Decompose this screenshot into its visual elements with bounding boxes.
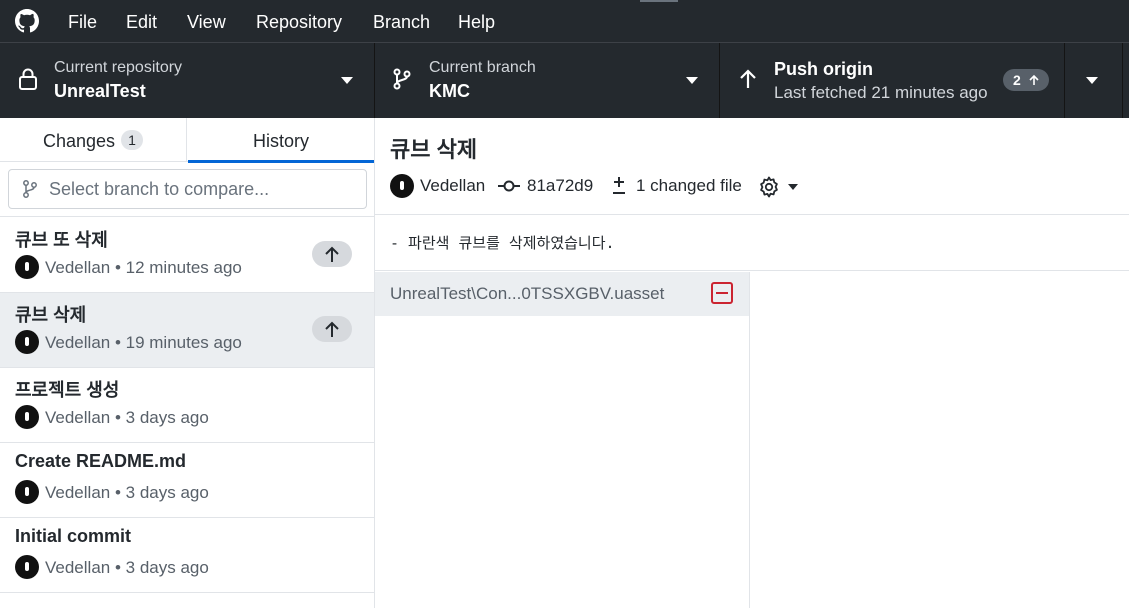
menu-branch[interactable]: Branch <box>373 0 430 43</box>
commit-summary: 큐브 또 삭제 <box>15 230 108 250</box>
tab-changes[interactable]: Changes 1 <box>0 118 187 162</box>
chevron-down-icon <box>341 77 353 84</box>
tab-changes-label: Changes <box>42 131 116 151</box>
commit-time: 3 days ago <box>125 408 209 427</box>
commit-summary-header: 큐브 삭제 Vedellan 81a72d9 1 changed file <box>375 118 1129 215</box>
commit-meta: Vedellan • 19 minutes ago <box>45 333 242 352</box>
changes-count-badge: 1 <box>121 130 144 150</box>
unpushed-indicator <box>312 241 352 267</box>
commit-author: Vedellan <box>45 408 111 427</box>
file-deleted-icon <box>711 282 733 304</box>
branch-selector[interactable]: Current branch KMC <box>375 43 720 118</box>
last-fetched-text: Last fetched 21 minutes ago <box>774 83 988 102</box>
chevron-down-icon <box>788 184 798 190</box>
compare-branch-box[interactable] <box>8 169 367 209</box>
toolbar: Current repository UnrealTest Current br… <box>0 43 1129 118</box>
sidebar: Changes1 History 큐브 또 삭제 Vedellan • 12 m… <box>0 118 375 608</box>
menu-file[interactable]: File <box>68 0 97 43</box>
commit-meta: Vedellan • 12 minutes ago <box>45 258 242 277</box>
commit-item[interactable]: 프로젝트 생성 Vedellan • 3 days ago <box>0 368 374 443</box>
git-branch-icon <box>23 180 37 198</box>
commit-sha[interactable]: 81a72d9 <box>527 176 593 196</box>
commit-summary: Initial commit <box>15 526 132 546</box>
commit-author: Vedellan <box>45 333 111 352</box>
commit-time: 3 days ago <box>125 483 209 502</box>
file-item[interactable]: UnrealTest\Con...0TSSXGBV.uasset <box>375 272 749 316</box>
github-logo-icon <box>15 9 39 33</box>
commit-author: Vedellan <box>420 176 486 195</box>
commit-time: 19 minutes ago <box>125 333 242 352</box>
menu-help[interactable]: Help <box>458 0 495 43</box>
commit-time: 12 minutes ago <box>125 258 242 277</box>
commit-summary: Create README.md <box>15 451 187 471</box>
menu-edit[interactable]: Edit <box>126 0 157 43</box>
commit-meta: Vedellan • 3 days ago <box>45 483 209 502</box>
sidebar-tabs: Changes 1 History <box>0 118 374 163</box>
tab-history-label: History <box>252 131 309 151</box>
avatar <box>390 174 414 198</box>
menu-view[interactable]: View <box>187 0 226 43</box>
changed-files-count: 1 changed file <box>636 176 742 195</box>
commit-description-text: - 파란색 큐브를 삭제하였습니다. <box>390 234 615 252</box>
avatar <box>15 405 39 429</box>
arrow-up-icon <box>325 246 339 262</box>
repository-selector[interactable]: Current repository UnrealTest <box>0 43 375 118</box>
tab-history[interactable]: History <box>188 118 374 163</box>
chevron-down-icon <box>686 77 698 84</box>
lock-icon <box>19 68 37 90</box>
commit-item[interactable]: 큐브 또 삭제 Vedellan • 12 minutes ago <box>0 218 374 293</box>
branch-name: KMC <box>429 81 470 101</box>
unpushed-indicator <box>312 316 352 342</box>
commit-details: 큐브 삭제 Vedellan 81a72d9 1 changed file - … <box>375 118 1129 608</box>
commit-summary: 프로젝트 생성 <box>15 380 120 400</box>
chevron-down-icon <box>1086 77 1098 84</box>
avatar <box>15 555 39 579</box>
commit-item[interactable]: Create README.md Vedellan • 3 days ago <box>0 443 374 518</box>
branch-title: Current branch <box>429 59 536 76</box>
commit-item-selected[interactable]: 큐브 삭제 Vedellan • 19 minutes ago <box>0 293 374 368</box>
commit-meta: Vedellan • 3 days ago <box>45 558 209 577</box>
repository-name: UnrealTest <box>54 81 146 101</box>
push-title: Push origin <box>774 59 873 79</box>
commit-meta: Vedellan • 3 days ago <box>45 408 209 427</box>
ahead-count: 2 <box>1013 72 1021 88</box>
avatar <box>15 330 39 354</box>
changed-files-list: UnrealTest\Con...0TSSXGBV.uasset <box>375 272 750 608</box>
arrow-up-icon <box>740 69 756 88</box>
gear-icon[interactable] <box>757 175 781 199</box>
git-commit-icon <box>498 180 520 192</box>
commit-author: Vedellan <box>45 483 111 502</box>
arrow-up-icon <box>1029 74 1039 85</box>
commit-title: 큐브 삭제 <box>390 137 478 162</box>
commit-item[interactable]: Initial commit Vedellan • 3 days ago <box>0 518 374 593</box>
compare-branch-input[interactable] <box>49 170 359 208</box>
commit-list: 큐브 또 삭제 Vedellan • 12 minutes ago 큐브 삭제 … <box>0 218 374 593</box>
commit-author: Vedellan <box>45 558 111 577</box>
file-path: UnrealTest\Con...0TSSXGBV.uasset <box>390 284 665 303</box>
compare-branch-area <box>0 163 374 217</box>
commit-time: 3 days ago <box>125 558 209 577</box>
commit-summary: 큐브 삭제 <box>15 305 87 325</box>
window-drag-indicator <box>640 0 678 2</box>
menu-repository[interactable]: Repository <box>256 0 342 43</box>
ahead-count-badge: 2 <box>1003 69 1049 91</box>
git-branch-icon <box>393 68 411 90</box>
diff-icon <box>613 177 625 194</box>
avatar <box>15 255 39 279</box>
avatar <box>15 480 39 504</box>
menu-bar: File Edit View Repository Branch Help <box>0 0 1129 43</box>
commit-author: Vedellan <box>45 258 111 277</box>
push-dropdown-button[interactable] <box>1065 43 1123 118</box>
arrow-up-icon <box>325 321 339 337</box>
repository-title: Current repository <box>54 59 183 76</box>
commit-description: - 파란색 큐브를 삭제하였습니다. <box>375 216 1129 271</box>
diff-view <box>750 272 1129 608</box>
